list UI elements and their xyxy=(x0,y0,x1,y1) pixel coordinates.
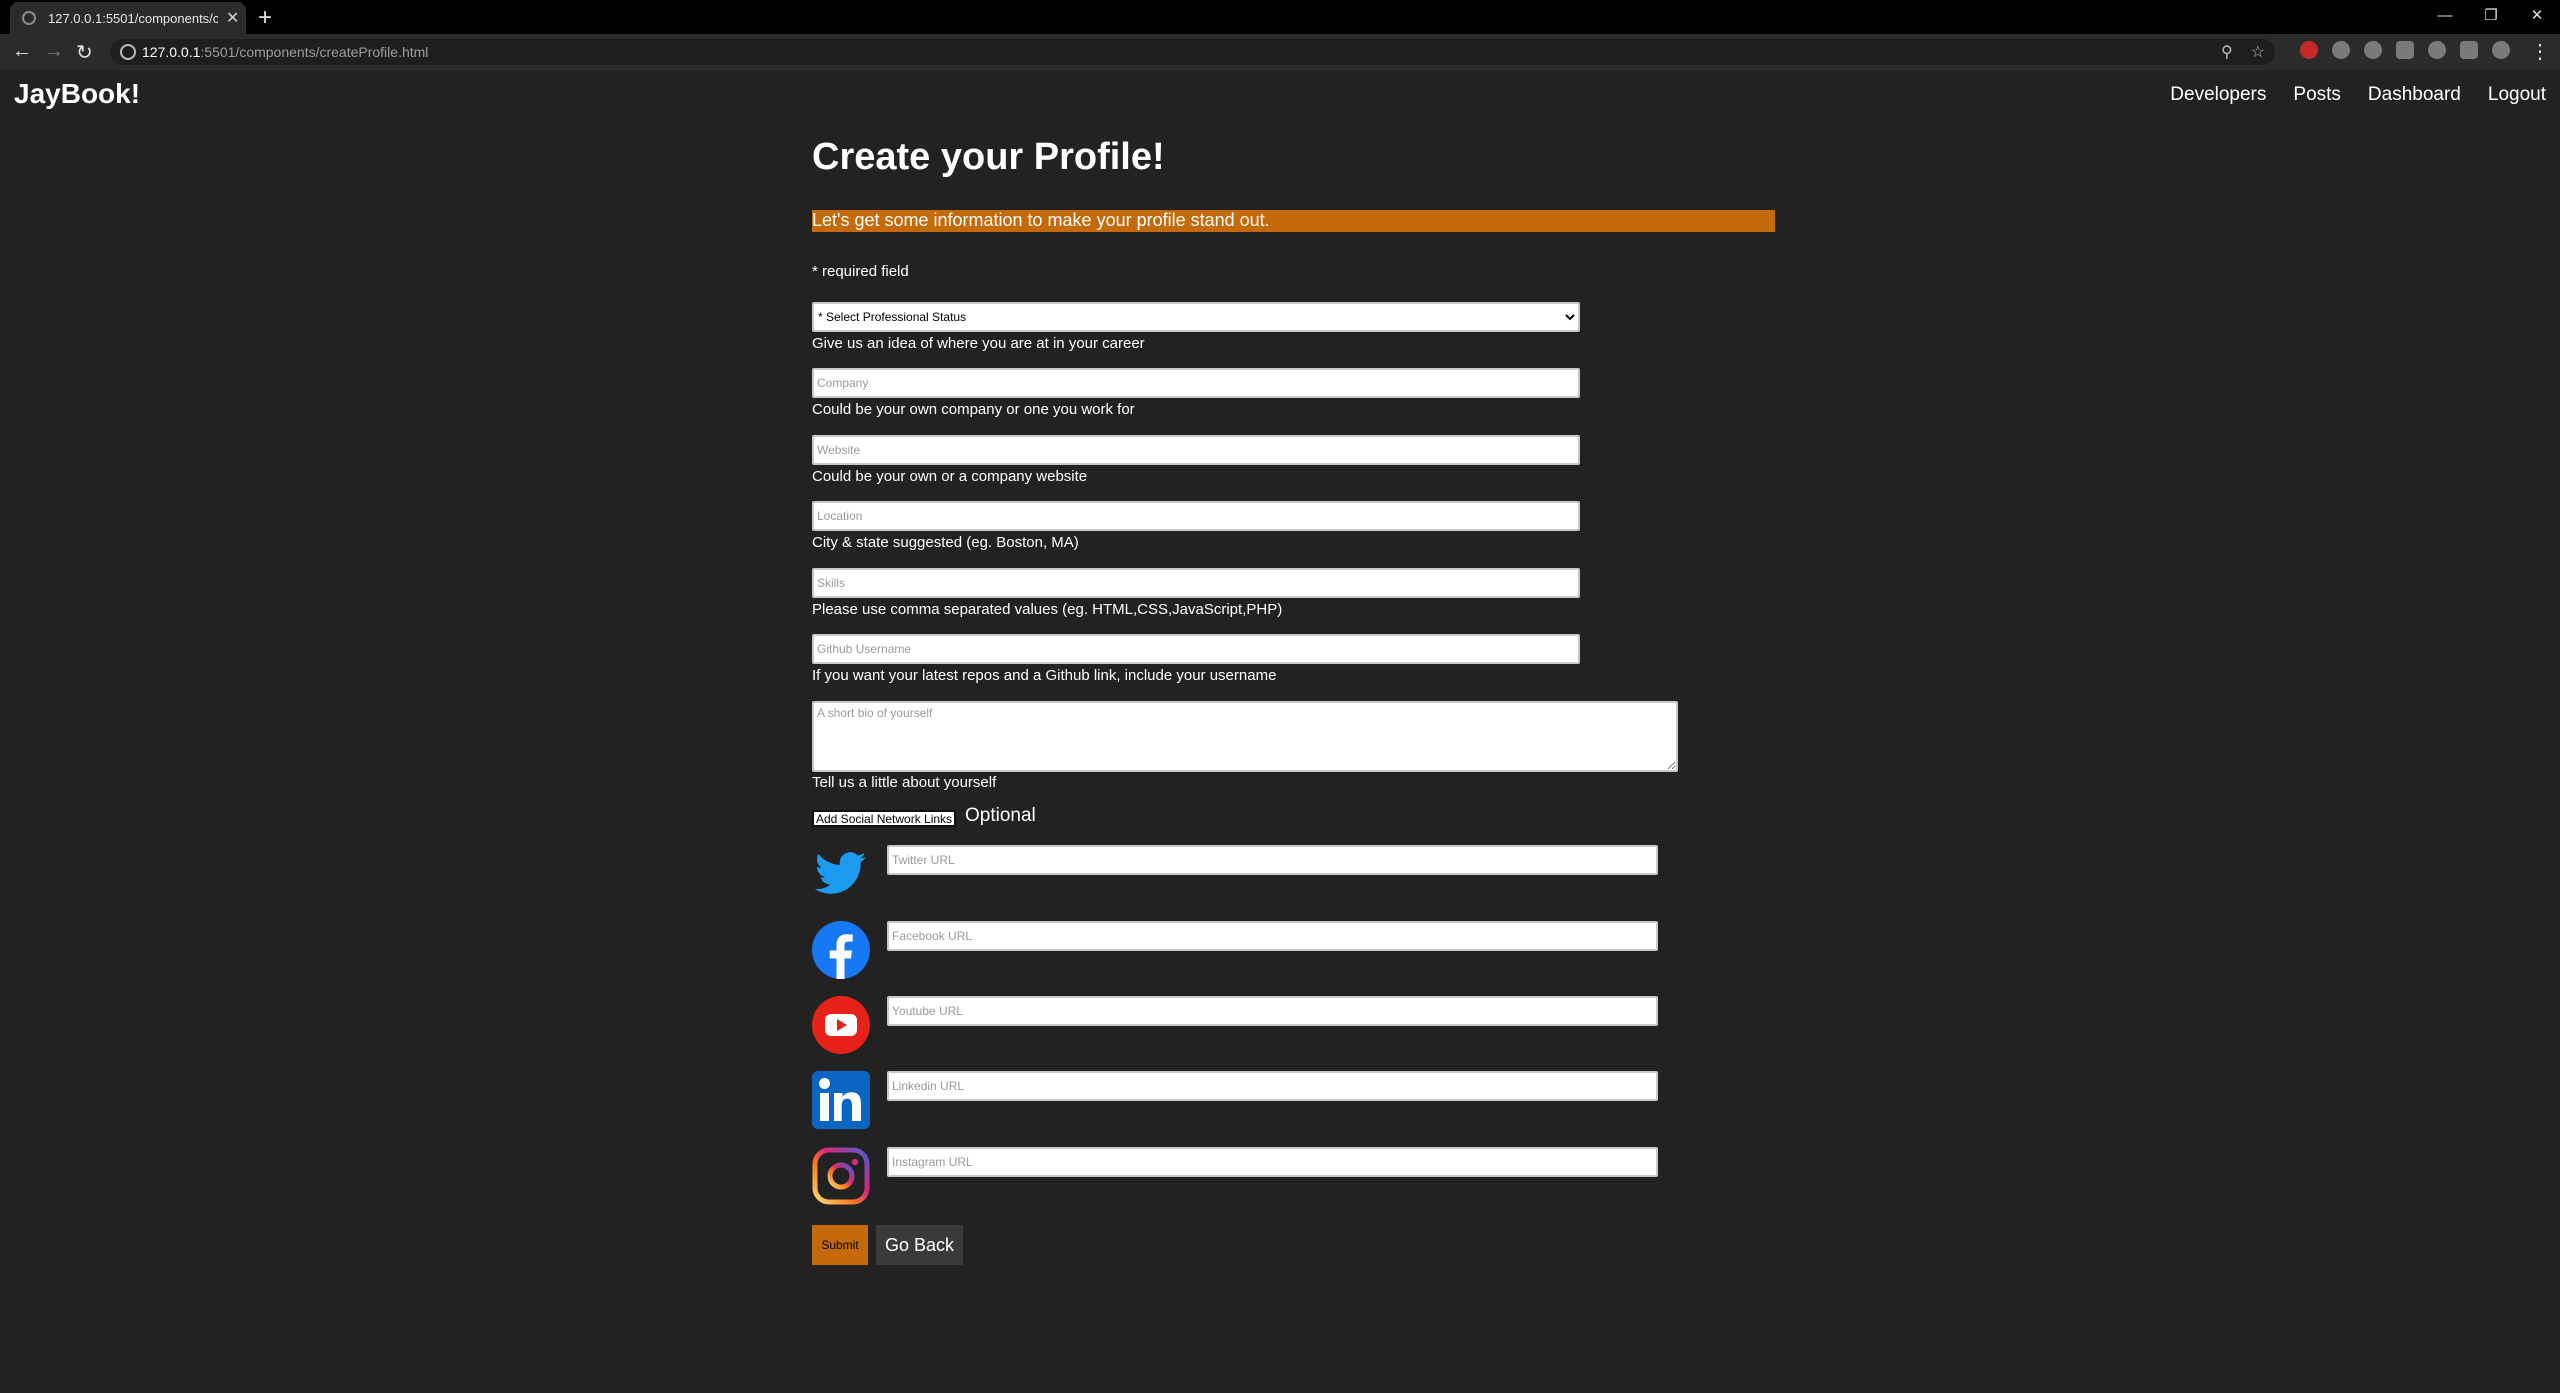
facebook-url-input[interactable] xyxy=(887,921,1658,951)
window-controls: — ❐ ✕ xyxy=(2422,0,2560,30)
url-path: :5501/components/createProfile.html xyxy=(200,44,429,60)
linkedin-row xyxy=(812,1071,1658,1131)
back-arrow-icon[interactable]: ← xyxy=(12,40,32,63)
youtube-row xyxy=(812,996,1658,1056)
profile-avatar-icon[interactable] xyxy=(2492,41,2510,59)
tab-title: 127.0.0.1:5501/components/crea xyxy=(48,10,218,26)
restore-icon[interactable]: ❐ xyxy=(2468,6,2514,24)
skills-hint: Please use comma separated values (eg. H… xyxy=(812,601,1283,618)
company-input[interactable] xyxy=(812,368,1580,398)
website-input[interactable] xyxy=(812,435,1580,465)
lead-banner: Let's get some information to make your … xyxy=(812,210,1775,232)
close-icon[interactable]: ✕ xyxy=(226,8,239,28)
github-hint: If you want your latest repos and a Gith… xyxy=(812,667,1277,684)
instagram-url-input[interactable] xyxy=(887,1147,1658,1177)
instagram-icon xyxy=(812,1147,870,1205)
page-title: Create your Profile! xyxy=(812,136,1165,178)
browser-tab[interactable]: 127.0.0.1:5501/components/crea ✕ xyxy=(10,2,246,34)
nav-link-posts[interactable]: Posts xyxy=(2293,84,2341,106)
puzzle-extensions-icon[interactable] xyxy=(2460,41,2478,59)
youtube-url-input[interactable] xyxy=(887,996,1658,1026)
company-hint: Could be your own company or one you wor… xyxy=(812,401,1135,418)
nav-link-logout[interactable]: Logout xyxy=(2488,84,2546,106)
info-icon[interactable] xyxy=(120,44,136,60)
location-hint: City & state suggested (eg. Boston, MA) xyxy=(812,534,1079,551)
github-username-input[interactable] xyxy=(812,634,1580,664)
ublock-extension-icon[interactable] xyxy=(2300,41,2318,59)
browser-tab-bar: 127.0.0.1:5501/components/crea ✕ + — ❐ ✕ xyxy=(0,0,2560,34)
more-menu-icon[interactable]: ⋮ xyxy=(2530,39,2550,64)
globe-icon xyxy=(22,11,36,25)
required-field-note: * required field xyxy=(812,263,909,280)
nav-link-dashboard[interactable]: Dashboard xyxy=(2368,84,2461,106)
skills-input[interactable] xyxy=(812,568,1580,598)
url-host: 127.0.0.1 xyxy=(142,44,201,60)
nav-link-developers[interactable]: Developers xyxy=(2170,84,2266,106)
extension-icon[interactable] xyxy=(2428,41,2446,59)
twitter-row xyxy=(812,845,1658,905)
bio-hint: Tell us a little about yourself xyxy=(812,774,997,791)
extension-icon[interactable] xyxy=(2332,41,2350,59)
address-bar-actions: ⚲ ☆ xyxy=(2221,42,2265,62)
address-bar[interactable]: 127.0.0.1:5501/components/createProfile.… xyxy=(110,39,2275,65)
twitter-icon xyxy=(814,852,866,894)
go-back-button[interactable]: Go Back xyxy=(876,1225,963,1265)
forward-arrow-icon[interactable]: → xyxy=(44,40,64,63)
linkedin-icon xyxy=(812,1071,870,1129)
brand-logo[interactable]: JayBook! xyxy=(14,78,140,110)
close-window-icon[interactable]: ✕ xyxy=(2514,6,2560,24)
youtube-icon xyxy=(812,996,870,1054)
extension-icon[interactable] xyxy=(2364,41,2382,59)
reload-icon[interactable]: ↻ xyxy=(76,40,93,65)
submit-button[interactable]: Submit xyxy=(812,1225,868,1265)
zoom-icon[interactable]: ⚲ xyxy=(2221,42,2233,62)
new-tab-icon[interactable]: + xyxy=(258,4,272,32)
location-input[interactable] xyxy=(812,501,1580,531)
optional-label: Optional xyxy=(965,805,1036,826)
main-nav: Developers Posts Dashboard Logout xyxy=(2170,84,2546,106)
professional-status-select[interactable]: * Select Professional Status xyxy=(812,302,1580,332)
instagram-row xyxy=(812,1147,1658,1207)
add-social-links-button[interactable]: Add Social Network Links xyxy=(812,810,957,827)
status-hint: Give us an idea of where you are at in y… xyxy=(812,335,1145,352)
bio-textarea[interactable] xyxy=(812,701,1678,772)
extensions-area xyxy=(2300,41,2510,59)
url-text: 127.0.0.1:5501/components/createProfile.… xyxy=(142,44,428,60)
linkedin-url-input[interactable] xyxy=(887,1071,1658,1101)
twitter-url-input[interactable] xyxy=(887,845,1658,875)
minimize-icon[interactable]: — xyxy=(2422,7,2468,24)
facebook-row xyxy=(812,921,1658,981)
extension-icon[interactable] xyxy=(2396,41,2414,59)
facebook-icon xyxy=(812,921,870,979)
website-hint: Could be your own or a company website xyxy=(812,468,1088,485)
bookmark-star-icon[interactable]: ☆ xyxy=(2251,42,2265,62)
browser-toolbar: ← → ↻ 127.0.0.1:5501/components/createPr… xyxy=(0,34,2560,70)
